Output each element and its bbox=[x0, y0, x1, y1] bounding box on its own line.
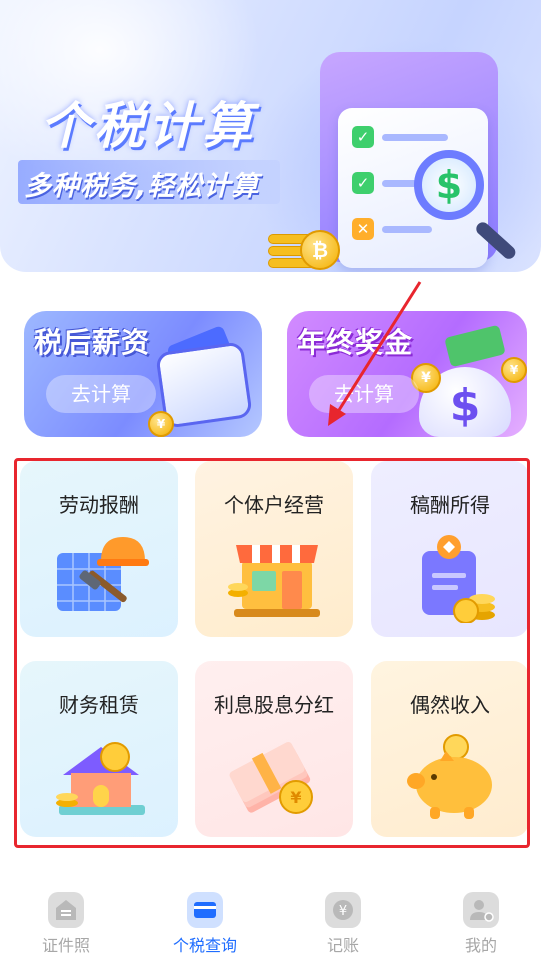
svg-text:¥: ¥ bbox=[290, 788, 301, 807]
hero-banner: 个税计算 多种税务,轻松计算 ✓ ✓ ✕ $ ₿ bbox=[0, 0, 541, 272]
category-author-remuneration[interactable]: 稿酬所得 bbox=[371, 461, 529, 637]
checkmark-icon: ✓ bbox=[352, 172, 374, 194]
category-label: 利息股息分红 bbox=[214, 693, 334, 717]
tab-label: 记账 bbox=[326, 936, 359, 955]
tax-receipt-illustration: ✓ ✓ ✕ $ ₿ bbox=[262, 40, 532, 272]
banknote-icon bbox=[444, 324, 506, 368]
category-label: 个体户经营 bbox=[224, 493, 324, 517]
dollar-icon: $ bbox=[449, 380, 481, 431]
promo-year-end-bonus[interactable]: $ ¥ ¥ 年终奖金 去计算 bbox=[287, 311, 527, 437]
category-interest-dividend[interactable]: 利息股息分红 ¥ bbox=[195, 661, 353, 837]
checkmark-icon: ✓ bbox=[352, 126, 374, 148]
category-incidental-income[interactable]: 偶然收入 bbox=[371, 661, 529, 837]
category-label: 劳动报酬 bbox=[59, 493, 139, 517]
promo-title: 年终奖金 bbox=[297, 326, 414, 359]
cross-icon: ✕ bbox=[352, 218, 374, 240]
piggy-bank-icon bbox=[407, 734, 492, 819]
coin-icon: ¥ bbox=[148, 411, 174, 437]
id-photo-icon bbox=[48, 892, 84, 928]
dollar-icon: $ bbox=[435, 163, 463, 207]
tab-tax-query[interactable]: 个税查询 bbox=[155, 888, 255, 955]
category-label: 偶然收入 bbox=[410, 693, 490, 717]
hero-title: 个税计算 bbox=[40, 97, 256, 155]
promo-title: 税后薪资 bbox=[34, 326, 151, 359]
category-labor-remuneration[interactable]: 劳动报酬 bbox=[20, 461, 178, 637]
calculate-button[interactable]: 去计算 bbox=[309, 375, 419, 413]
category-individual-business[interactable]: 个体户经营 bbox=[195, 461, 353, 637]
tab-label: 我的 bbox=[464, 936, 497, 955]
storefront-icon bbox=[228, 545, 320, 617]
yen-ledger-icon: ¥ bbox=[325, 892, 361, 928]
card-icon bbox=[187, 892, 223, 928]
calculate-button[interactable]: 去计算 bbox=[46, 375, 156, 413]
cash-stack-coin-icon: ¥ bbox=[229, 741, 313, 814]
house-coin-icon bbox=[56, 742, 145, 815]
bottom-tab-bar: 证件照 个税查询 ¥ 记账 我的 bbox=[0, 878, 541, 956]
tab-bookkeeping[interactable]: ¥ 记账 bbox=[293, 888, 393, 955]
blueprint-helmet-hammer-icon bbox=[57, 537, 149, 611]
hero-subtitle: 多种税务,轻松计算 bbox=[24, 171, 260, 202]
coin-icon: ₿ bbox=[300, 230, 340, 270]
text-line bbox=[382, 134, 448, 141]
profile-icon bbox=[463, 892, 499, 928]
text-line bbox=[382, 226, 432, 233]
category-label: 稿酬所得 bbox=[410, 493, 490, 517]
tab-id-photo[interactable]: 证件照 bbox=[16, 888, 116, 955]
coin-icon: ¥ bbox=[501, 357, 527, 383]
promo-after-tax-salary[interactable]: ¥ 税后薪资 去计算 bbox=[24, 311, 262, 437]
category-label: 财务租赁 bbox=[59, 693, 139, 717]
category-financial-leasing[interactable]: 财务租赁 bbox=[20, 661, 178, 837]
document-badge-coins-icon bbox=[422, 535, 495, 623]
svg-text:¥: ¥ bbox=[339, 904, 347, 919]
tab-label: 个税查询 bbox=[172, 936, 237, 955]
tab-label: 证件照 bbox=[41, 936, 90, 955]
hero-subtitle-band: 多种税务,轻松计算 bbox=[18, 160, 280, 204]
tab-mine[interactable]: 我的 bbox=[431, 888, 531, 955]
